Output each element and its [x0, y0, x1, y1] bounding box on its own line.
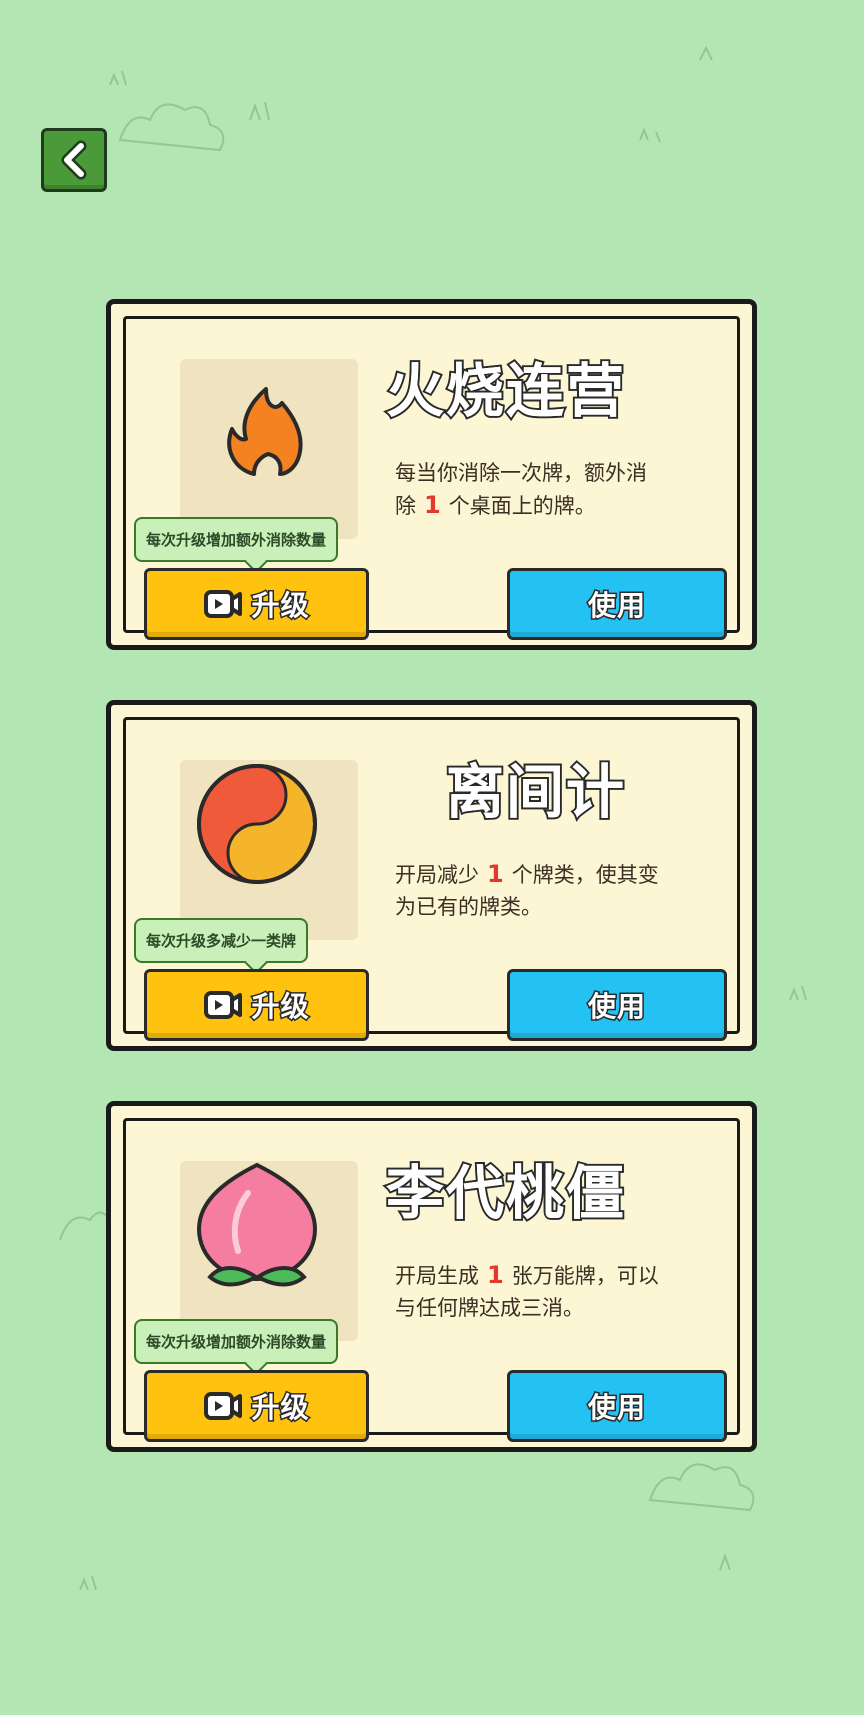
upgrade-button[interactable]: 升级: [144, 969, 369, 1041]
upgrade-button[interactable]: 升级: [144, 1370, 369, 1442]
back-button[interactable]: [41, 128, 107, 192]
skill-icon-box: [180, 760, 358, 940]
use-button[interactable]: 使用: [507, 568, 727, 640]
video-ad-icon: [204, 991, 243, 1019]
skill-description: 每当你消除一次牌，额外消除 1 个桌面上的牌。: [395, 461, 647, 519]
upgrade-button[interactable]: 升级: [144, 568, 369, 640]
skill-icon-box: [180, 1161, 358, 1341]
skill-title: 李代桃僵: [384, 1157, 626, 1229]
skill-card-yinyang: 离间计 开局减少 1 个牌类，使其变为已有的牌类。 每次升级多减少一类牌 升级 使用: [106, 700, 757, 1051]
upgrade-tooltip: 每次升级增加额外消除数量: [134, 517, 339, 574]
skill-card-fire: 火烧连营 每当你消除一次牌，额外消除 1 个桌面上的牌。 每次升级增加额外消除数量 …: [106, 299, 757, 650]
upgrade-button-label: 升级: [250, 989, 310, 1025]
use-button-label: 使用: [586, 1390, 646, 1426]
upgrade-button-label: 升级: [250, 1390, 310, 1426]
upgrade-tooltip: 每次升级增加额外消除数量: [134, 1319, 339, 1376]
skill-title: 火烧连营: [384, 355, 626, 427]
chevron-left-icon: [61, 140, 87, 180]
skill-description: 开局生成 1 张万能牌，可以与任何牌达成三消。: [395, 1261, 659, 1320]
skill-card-peach: 李代桃僵 开局生成 1 张万能牌，可以与任何牌达成三消。 每次升级增加额外消除数量 …: [106, 1101, 757, 1452]
use-button-label: 使用: [586, 989, 646, 1025]
video-ad-icon: [204, 590, 243, 618]
skill-title: 离间计: [444, 756, 626, 828]
use-button[interactable]: 使用: [507, 969, 727, 1041]
yin-yang-icon: [197, 764, 317, 884]
peach-icon: [196, 1162, 318, 1287]
skill-icon-box: [180, 359, 358, 539]
video-ad-icon: [204, 1392, 243, 1420]
skill-description: 开局减少 1 个牌类，使其变为已有的牌类。: [395, 860, 659, 919]
upgrade-tooltip: 每次升级多减少一类牌: [134, 918, 309, 975]
use-button[interactable]: 使用: [507, 1370, 727, 1442]
upgrade-button-label: 升级: [250, 588, 310, 624]
use-button-label: 使用: [586, 588, 646, 624]
fire-icon: [227, 387, 303, 476]
